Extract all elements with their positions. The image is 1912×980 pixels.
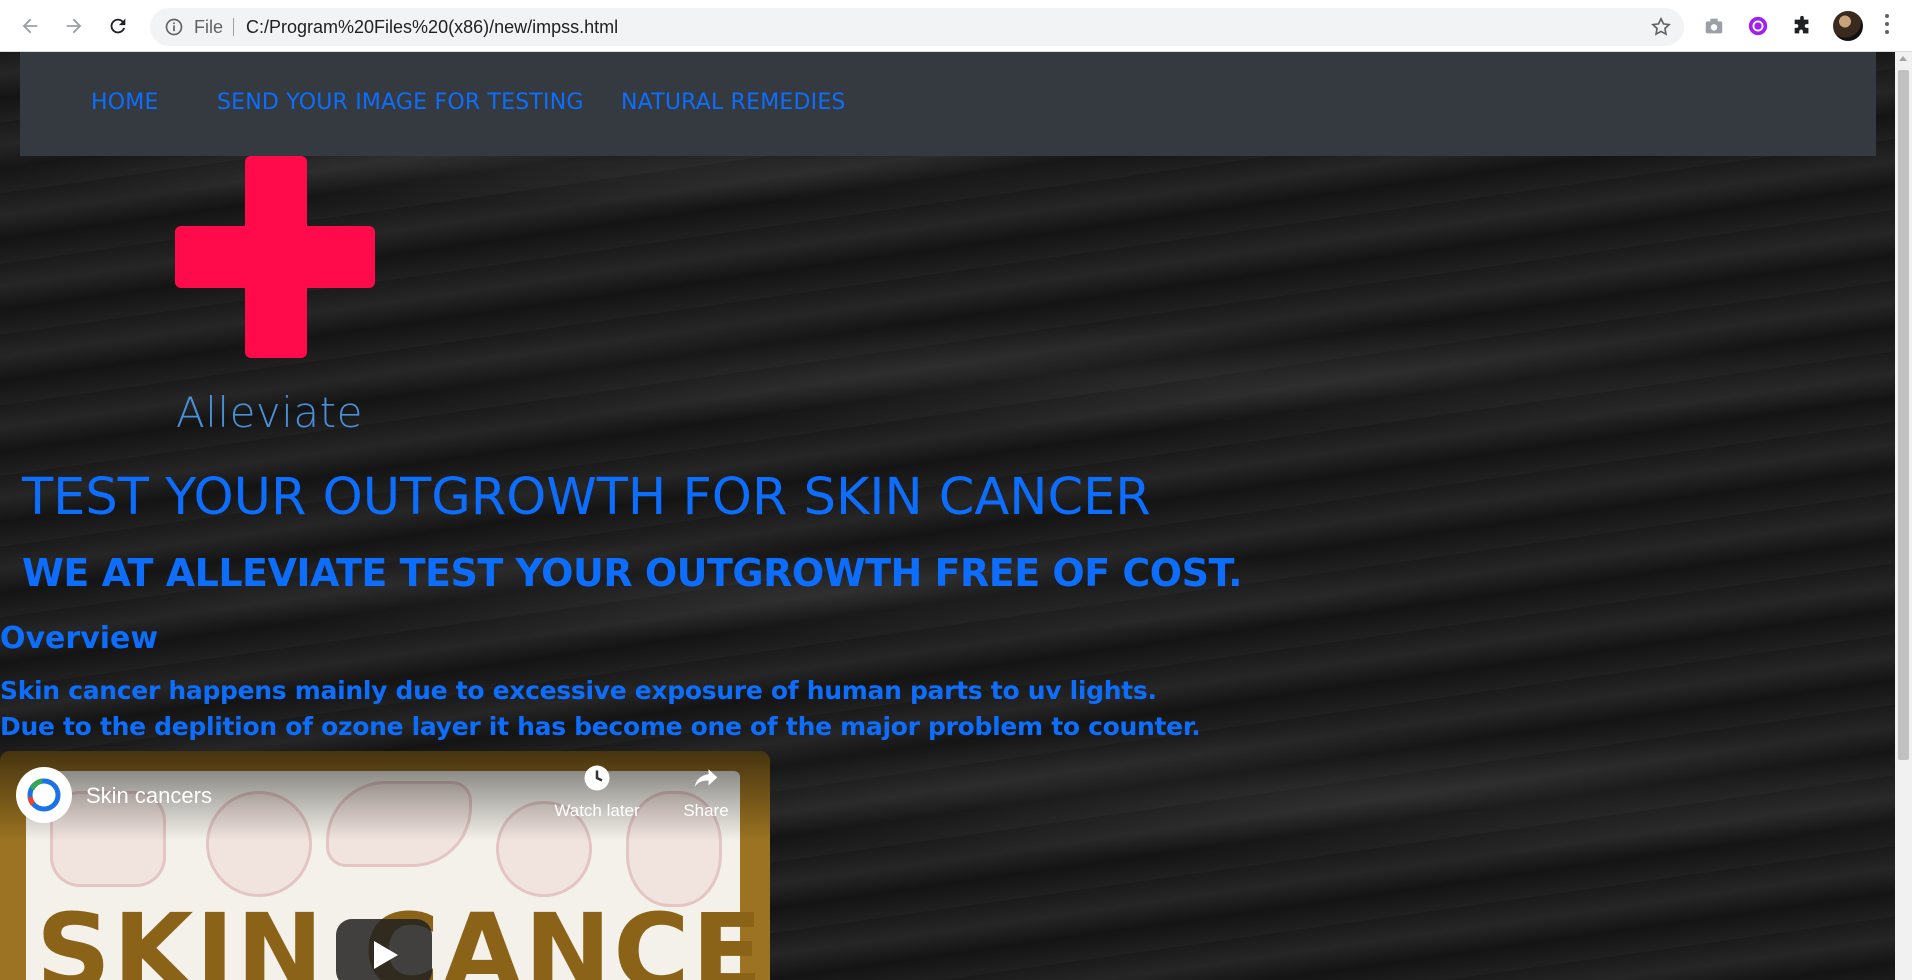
address-separator bbox=[233, 18, 234, 36]
overview-line: Due to the deplition of ozone layer it h… bbox=[0, 712, 1201, 741]
scrollbar-thumb[interactable] bbox=[1898, 70, 1909, 760]
back-button[interactable] bbox=[16, 12, 44, 40]
file-scheme-label: File bbox=[194, 17, 224, 37]
clock-icon bbox=[584, 765, 610, 791]
overview-heading: Overview bbox=[0, 621, 159, 656]
forward-arrow-icon bbox=[66, 18, 82, 34]
play-button-icon[interactable] bbox=[336, 919, 432, 980]
hero-subtitle: WE AT ALLEVIATE TEST YOUR OUTGROWTH FREE… bbox=[22, 551, 1243, 595]
browser-toolbar: File C:/Program%20Files%20(x86)/new/imps… bbox=[0, 0, 1912, 52]
url-text[interactable]: C:/Program%20Files%20(x86)/new/impss.htm… bbox=[246, 17, 618, 38]
channel-logo-icon[interactable] bbox=[16, 767, 72, 823]
scroll-up-icon[interactable] bbox=[1899, 56, 1907, 61]
logo-text: Alleviate bbox=[176, 388, 363, 437]
logo-cross-icon bbox=[175, 156, 375, 358]
share-arrow-icon bbox=[694, 769, 718, 787]
overview-paragraph: Skin cancer happens mainly due to excess… bbox=[0, 673, 1201, 745]
bookmark-star-icon[interactable] bbox=[1650, 16, 1672, 42]
camera-extension-icon[interactable] bbox=[1700, 12, 1728, 40]
nav-link-send-image[interactable]: SEND YOUR IMAGE FOR TESTING bbox=[217, 90, 584, 115]
share-label: Share bbox=[683, 801, 729, 820]
address-bar[interactable]: File C:/Program%20Files%20(x86)/new/imps… bbox=[150, 8, 1684, 46]
youtube-embed[interactable]: SKIN CANCERS Skin cancers Watch later Sh… bbox=[0, 751, 770, 980]
share-button[interactable]: Share bbox=[656, 763, 756, 821]
watch-later-button[interactable]: Watch later bbox=[547, 763, 647, 821]
browser-menu-icon[interactable] bbox=[1884, 14, 1890, 38]
back-arrow-icon bbox=[22, 18, 38, 34]
overview-line: Skin cancer happens mainly due to excess… bbox=[0, 676, 1157, 705]
page-viewport: HOME SEND YOUR IMAGE FOR TESTING NATURAL… bbox=[0, 52, 1895, 980]
forward-button[interactable] bbox=[60, 12, 88, 40]
hero-title: TEST YOUR OUTGROWTH FOR SKIN CANCER bbox=[22, 468, 1151, 527]
reload-button[interactable] bbox=[104, 12, 132, 40]
purple-extension-icon[interactable] bbox=[1744, 12, 1772, 40]
reload-icon bbox=[110, 18, 126, 34]
page-scrollbar[interactable] bbox=[1895, 52, 1912, 980]
info-icon[interactable] bbox=[164, 17, 184, 41]
extensions-puzzle-icon[interactable] bbox=[1788, 12, 1816, 40]
site-navbar: HOME SEND YOUR IMAGE FOR TESTING NATURAL… bbox=[20, 52, 1876, 156]
profile-avatar[interactable] bbox=[1833, 11, 1863, 41]
nav-link-natural-remedies[interactable]: NATURAL REMEDIES bbox=[621, 90, 846, 115]
nav-link-home[interactable]: HOME bbox=[91, 90, 159, 115]
video-title[interactable]: Skin cancers bbox=[86, 783, 212, 809]
watch-later-label: Watch later bbox=[554, 801, 640, 820]
